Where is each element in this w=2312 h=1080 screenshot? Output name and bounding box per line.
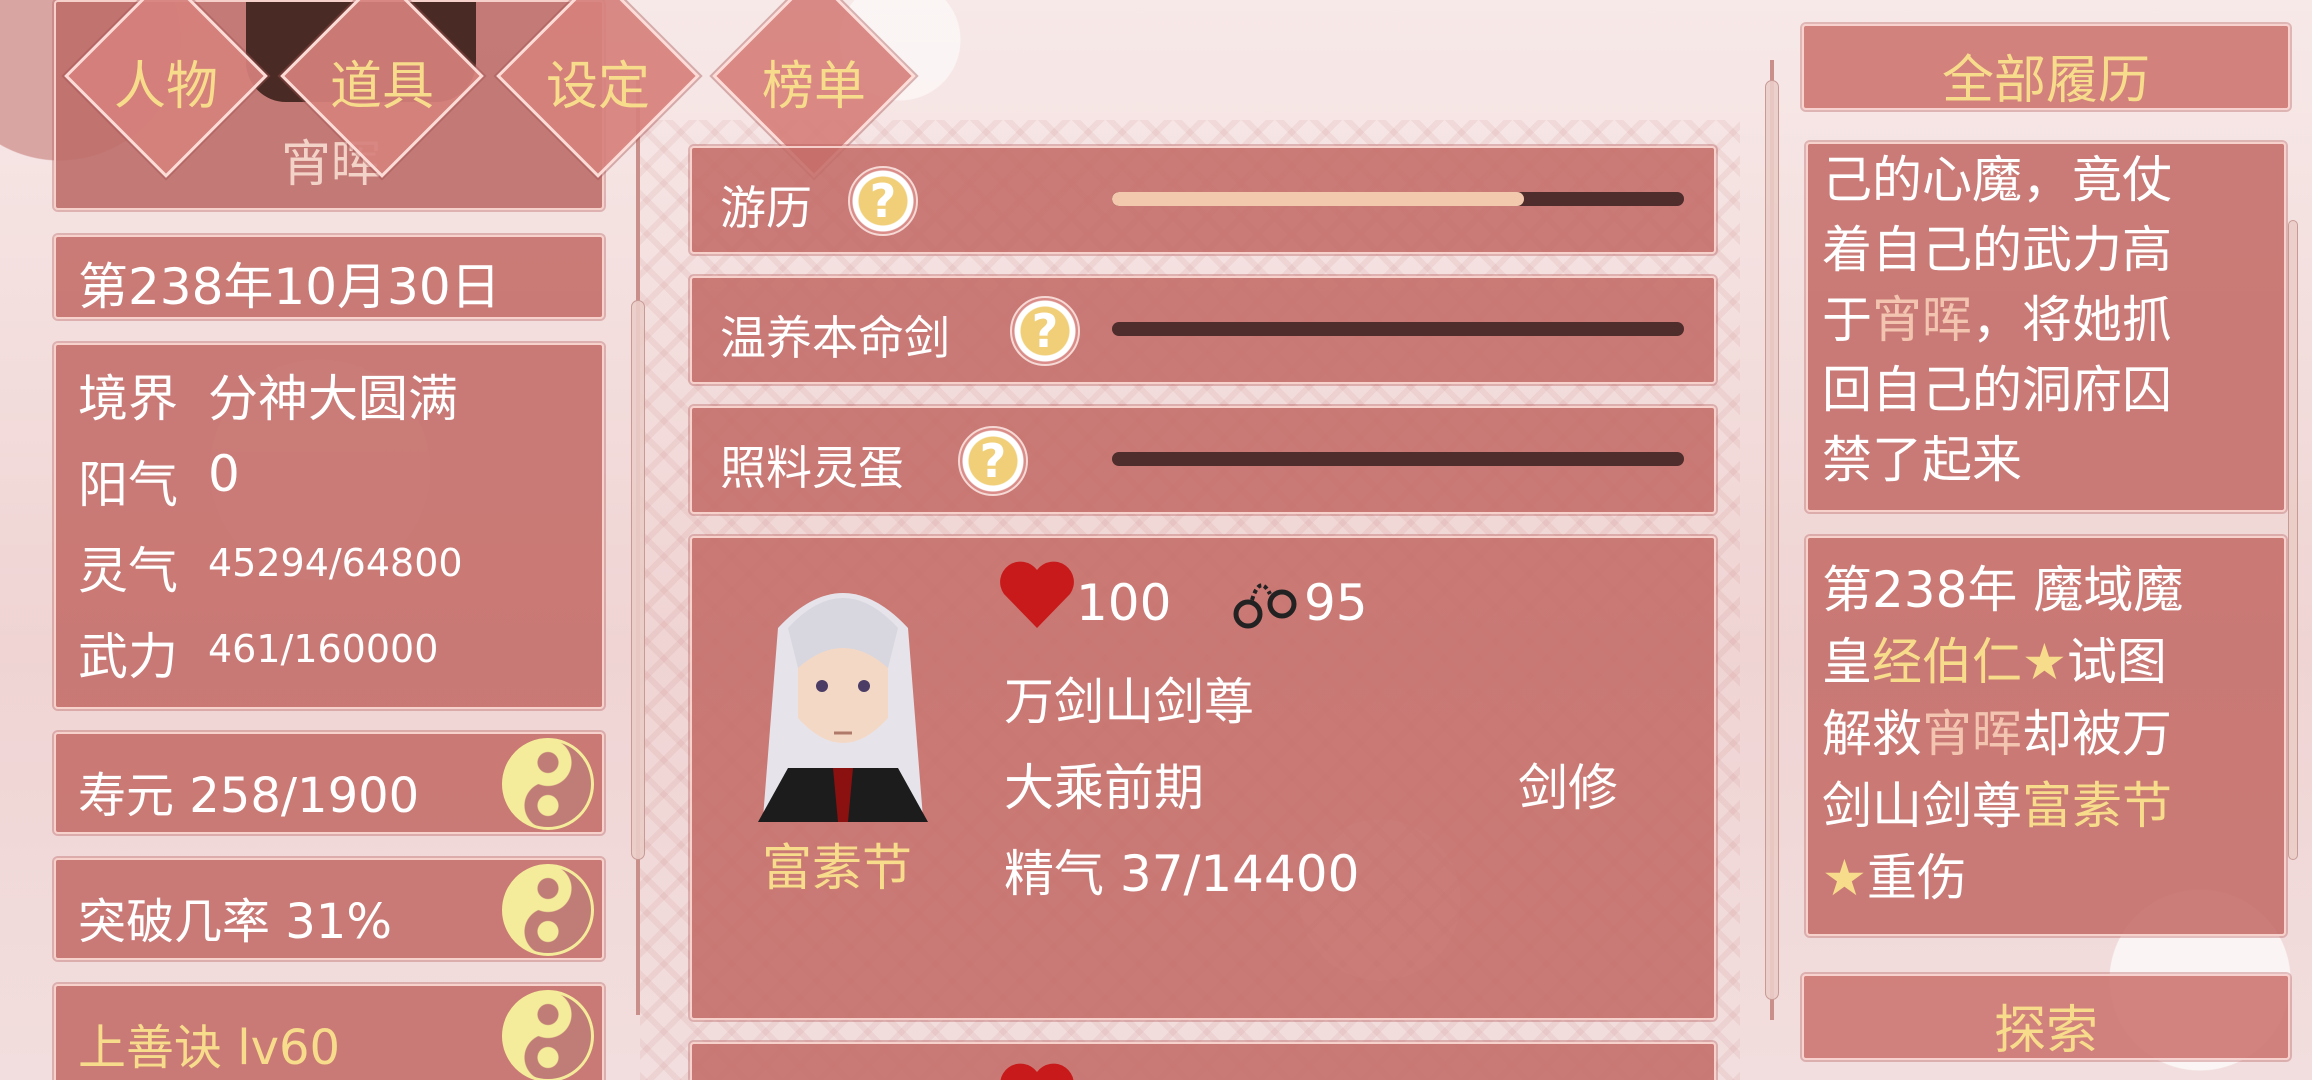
skill-text: 上善诀 lv60 [78,1020,341,1076]
yinyang-icon[interactable] [502,864,594,956]
history-line: 回自己的洞府囚 [1822,361,2172,419]
heart-icon [998,1060,1076,1080]
yinyang-icon[interactable] [502,738,594,830]
history-text: 于 [1822,291,1872,349]
history-line: 己的心魔，竟仗 [1822,151,2172,209]
history-line: ★重伤 [1822,838,1967,910]
yang-label: 阳气 [78,456,178,514]
date-panel: 第238年10月30日 [54,235,604,319]
all-history-button[interactable]: 全部履历 [1802,24,2290,111]
character-realm: 大乘前期 [1004,759,1204,817]
affection-value: 100 [1076,574,1172,632]
force-label: 武力 [78,628,178,686]
activity-label: 照料灵蛋 [720,441,904,495]
qi-label: 灵气 [78,542,178,600]
history-name[interactable]: 经伯仁★ [1872,633,2067,691]
history-text: 却被万 [2022,705,2172,763]
activity-label: 温养本命剑 [720,311,950,365]
activity-progress-fill [1112,192,1524,206]
center-scrollbar-thumb[interactable] [1765,80,1779,1000]
heart-icon [998,558,1076,630]
help-icon[interactable]: ? [848,166,918,236]
activity-row-egg[interactable]: 照料灵蛋 ? [690,406,1716,514]
history-name[interactable]: 宵晖 [1922,705,2022,763]
history-line: 解救宵晖却被万 [1822,694,2172,766]
history-entry-1: 己的心魔，竟仗 着自己的武力高 于宵晖，将她抓 回自己的洞府囚 禁了起来 [1806,142,2286,512]
restraint-value: 95 [1304,574,1368,632]
activity-row-sword[interactable]: 温养本命剑 ? [690,276,1716,384]
stats-panel: 境界 分神大圆满 阳气 0 灵气 45294/64800 武力 461/1600… [54,343,604,709]
force-value: 461/160000 [208,627,439,671]
activity-progress-bar [1112,452,1684,466]
star-icon: ★ [1822,849,1867,907]
history-line: 皇经伯仁★试图 [1822,622,2167,694]
realm-label: 境界 [78,370,178,428]
handcuffs-icon [1230,564,1302,632]
activity-label: 游历 [720,181,812,235]
history-text: 皇 [1822,633,1872,691]
character-title: 万剑山剑尊 [1004,673,1254,731]
history-line: 禁了起来 [1822,431,2022,489]
tab-settings-label: 设定 [545,57,650,117]
explore-button[interactable]: 探索 [1802,974,2290,1061]
character-name[interactable]: 富素节 [762,828,912,900]
history-text: ，将她抓 [1972,291,2172,349]
history-line: 第238年 魔域魔 [1822,561,2184,619]
breakthrough-panel[interactable]: 突破几率 31% [54,858,604,960]
history-scrollbar-thumb[interactable] [2288,220,2298,860]
lifespan-text: 寿元 258/1900 [78,768,420,824]
qi-value: 45294/64800 [208,541,463,585]
history-entry-2: 第238年 魔域魔 皇经伯仁★试图 解救宵晖却被万 剑山剑尊富素节 ★重伤 [1806,536,2286,936]
help-icon[interactable]: ? [1010,296,1080,366]
history-text: 重伤 [1866,849,1967,907]
character-card[interactable]: 富素节 100 95 万剑山剑尊 大乘前期 剑修 精气 37/14400 [690,536,1716,1020]
history-text: 剑山剑尊 [1822,777,2022,835]
game-date: 第238年10月30日 [78,258,501,316]
explore-label: 探索 [1993,1001,2098,1061]
help-icon[interactable]: ? [958,426,1028,496]
history-name[interactable]: 宵晖 [1872,291,1972,349]
activity-progress-bar [1112,192,1684,206]
tab-character-label: 人物 [113,57,218,117]
breakthrough-text: 突破几率 31% [78,894,392,950]
history-line: 剑山剑尊富素节 [1822,766,2172,838]
activity-progress-bar [1112,322,1684,336]
history-line: 于宵晖，将她抓 [1822,280,2172,352]
character-profession: 剑修 [1518,759,1618,817]
left-scrollbar-thumb[interactable] [631,300,645,860]
activity-row-travel[interactable]: 游历 ? [690,146,1716,254]
yinyang-icon[interactable] [502,990,594,1080]
realm-value: 分神大圆满 [208,370,458,428]
history-name[interactable]: 富素节 [2022,777,2172,835]
history-text: 试图 [2066,633,2167,691]
lifespan-panel[interactable]: 寿元 258/1900 [54,732,604,834]
tab-rankings-label: 榜单 [761,57,866,117]
history-line: 着自己的武力高 [1822,221,2172,279]
yang-value: 0 [208,445,240,503]
skill-panel[interactable]: 上善诀 lv60 [54,984,604,1080]
all-history-label: 全部履历 [1941,51,2150,111]
tab-items-label: 道具 [329,57,434,117]
character-essence: 精气 37/14400 [1004,845,1360,903]
character-card-next[interactable] [690,1042,1716,1080]
history-text: 解救 [1822,705,1922,763]
character-portrait [738,568,948,822]
